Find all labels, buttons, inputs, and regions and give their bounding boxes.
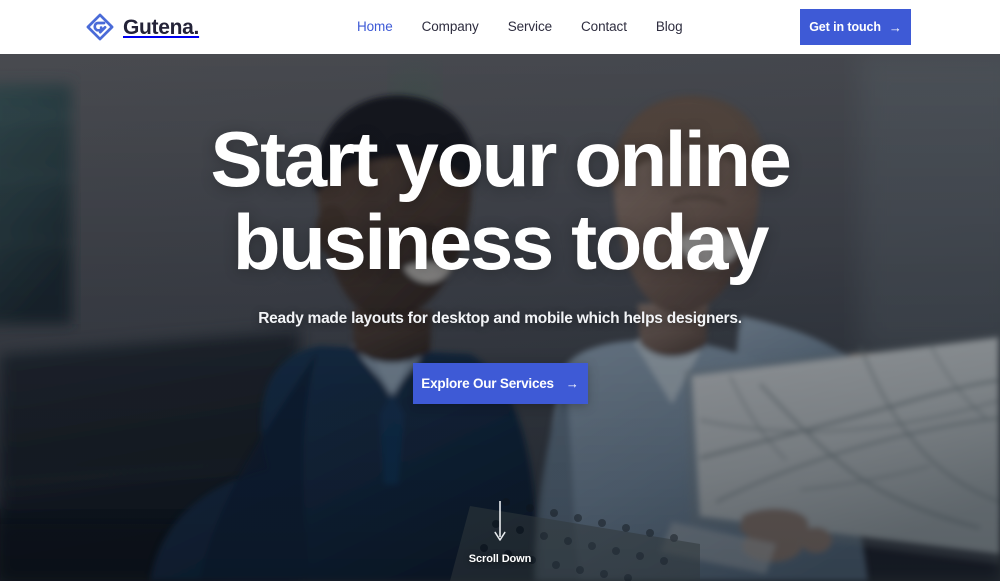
hero-subtitle: Ready made layouts for desktop and mobil… <box>258 310 742 327</box>
arrow-down-long-icon <box>493 501 507 550</box>
arrow-right-icon: → <box>565 376 579 391</box>
hero-title: Start your online business today <box>210 115 792 286</box>
hero-title-line-1: Start your online <box>210 115 792 203</box>
landing-page: Gutena. Home Company Service Contact Blo… <box>0 0 1000 581</box>
diamond-arrow-logo-icon <box>86 13 114 41</box>
explore-our-services-label: Explore Our Services <box>421 376 554 391</box>
main-navigation: Home Company Service Contact Blog <box>357 0 683 54</box>
scroll-down-indicator[interactable]: Scroll Down <box>0 501 1000 565</box>
get-in-touch-label: Get in touch <box>809 20 881 34</box>
explore-our-services-button[interactable]: Explore Our Services → <box>412 363 588 404</box>
nav-item-blog[interactable]: Blog <box>656 20 683 34</box>
scroll-down-label: Scroll Down <box>468 553 532 565</box>
nav-item-home[interactable]: Home <box>357 20 393 34</box>
nav-item-company[interactable]: Company <box>422 20 479 34</box>
brand-logo[interactable]: Gutena. <box>86 0 199 54</box>
hero-section: Start your online business today Ready m… <box>0 54 1000 581</box>
site-header: Gutena. Home Company Service Contact Blo… <box>0 0 1000 54</box>
get-in-touch-button[interactable]: Get in touch → <box>800 9 911 45</box>
hero-title-line-2: business today <box>232 198 770 286</box>
arrow-right-icon: → <box>888 19 902 35</box>
brand-name: Gutena. <box>123 15 200 39</box>
nav-item-service[interactable]: Service <box>508 20 552 34</box>
nav-item-contact[interactable]: Contact <box>581 20 627 34</box>
